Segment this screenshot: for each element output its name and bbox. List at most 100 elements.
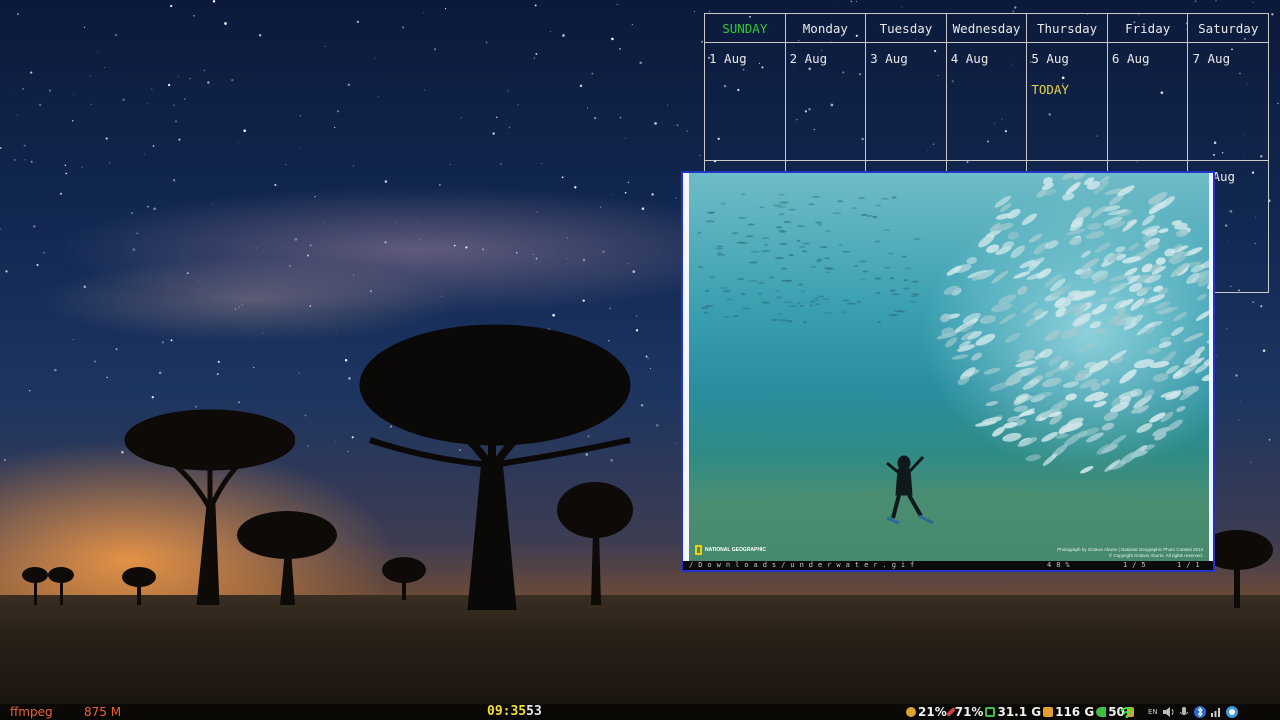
image-canvas[interactable]: NATIONAL GEOGRAPHIC Photograph by Octavi… (689, 173, 1209, 563)
fish (796, 302, 801, 305)
star (173, 104, 175, 106)
star (3, 458, 6, 461)
national-geographic-logo: NATIONAL GEOGRAPHIC (695, 545, 766, 555)
tree-silhouette (382, 557, 426, 600)
fish (860, 278, 866, 281)
star (299, 115, 302, 117)
star (317, 226, 318, 228)
star (533, 254, 535, 256)
fish (1201, 373, 1209, 382)
fish (911, 280, 919, 283)
fish (1005, 332, 1021, 343)
fish (1002, 432, 1022, 442)
star (377, 96, 379, 97)
star (627, 263, 629, 265)
bluetooth-icon[interactable] (1193, 706, 1206, 718)
fish (709, 276, 716, 279)
fish (764, 243, 769, 246)
fish (1091, 205, 1107, 219)
speaker-icon[interactable] (1162, 706, 1174, 718)
star (238, 306, 240, 308)
fish (742, 307, 751, 310)
calendar-day-cell[interactable]: 6 Aug (1108, 43, 1189, 160)
star (654, 122, 657, 125)
star (535, 257, 538, 260)
top-process-name[interactable]: ffmpeg (10, 704, 53, 720)
star (258, 34, 262, 37)
fish (1042, 453, 1058, 466)
star (253, 367, 255, 369)
star (686, 130, 688, 132)
fish (741, 193, 746, 196)
volume-icon[interactable] (1096, 707, 1107, 717)
fish (1095, 328, 1106, 334)
star (422, 12, 424, 14)
fish (1062, 381, 1079, 388)
star (177, 76, 179, 78)
fish (1197, 293, 1207, 301)
star (699, 154, 701, 156)
star (1235, 374, 1238, 377)
star (104, 67, 106, 69)
star (667, 104, 668, 106)
fish (783, 221, 792, 223)
fish (819, 246, 828, 249)
star (105, 137, 108, 140)
star (517, 104, 520, 106)
calendar-day-cell[interactable]: 2 Aug (786, 43, 867, 160)
disk-icon (1043, 707, 1054, 717)
star (485, 41, 488, 44)
network-icon[interactable] (1210, 706, 1222, 718)
star (650, 368, 651, 370)
fish (825, 271, 830, 274)
star (508, 133, 510, 134)
calendar-day-cell[interactable]: 7 Aug (1188, 43, 1268, 160)
fish (903, 287, 911, 290)
mic-icon[interactable] (1178, 706, 1190, 718)
tree-silhouette (237, 511, 337, 605)
fish (1206, 336, 1209, 344)
star (83, 26, 86, 29)
fish (777, 193, 786, 196)
star (651, 193, 654, 196)
star (48, 89, 52, 92)
star (285, 164, 287, 166)
wifi-icon[interactable] (1120, 707, 1134, 718)
star (561, 176, 564, 179)
photo-credit-line: © Copyright Octavio Aburto. All rights r… (1108, 553, 1203, 558)
fish (808, 203, 815, 206)
app-tray-icon[interactable] (1225, 706, 1238, 718)
fish (910, 295, 918, 298)
fish (1167, 419, 1183, 431)
fish (814, 297, 819, 300)
clock[interactable]: 09:3553 (487, 704, 542, 720)
fish (1007, 231, 1019, 240)
keyboard-layout[interactable]: EN (1148, 706, 1158, 718)
star (289, 264, 292, 267)
star (496, 116, 498, 118)
calendar-day-cell[interactable]: 3 Aug (866, 43, 947, 160)
fish (736, 241, 746, 244)
fish (748, 280, 758, 282)
star (64, 164, 66, 166)
calendar-day-cell[interactable]: 4 Aug (947, 43, 1028, 160)
fish (748, 223, 755, 226)
star (5, 270, 8, 273)
star (402, 26, 405, 29)
calendar-day-cell-today[interactable]: 5 Aug TODAY (1027, 43, 1108, 160)
clock-hours-minutes: 09:35 (487, 704, 527, 719)
star (42, 251, 45, 254)
star (1252, 301, 1255, 304)
image-viewer-window[interactable]: NATIONAL GEOGRAPHIC Photograph by Octavi… (681, 171, 1215, 572)
fish (759, 206, 765, 209)
disk-free: 116 G (1055, 705, 1095, 719)
star (238, 142, 239, 144)
star (582, 258, 586, 262)
star (0, 146, 2, 149)
fish (858, 197, 866, 200)
top-process-memory: 875 M (84, 705, 122, 719)
star (72, 93, 74, 95)
calendar-day-cell[interactable]: 1 Aug (705, 43, 786, 160)
fish (1081, 250, 1091, 258)
fish (697, 231, 702, 234)
